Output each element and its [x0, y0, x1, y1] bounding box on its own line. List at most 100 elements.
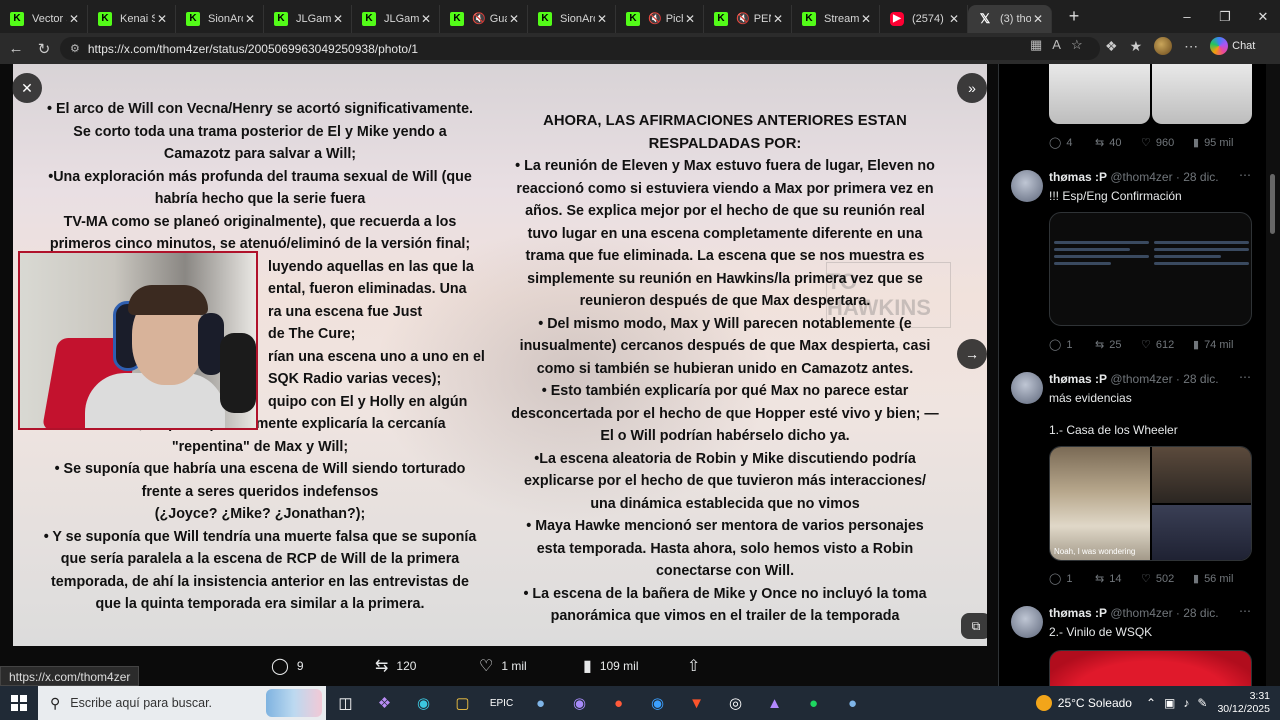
repost-button[interactable]: ⇆ 14 — [1095, 572, 1141, 586]
like-button[interactable]: ♡ 612 — [1141, 338, 1193, 352]
more-options-icon[interactable]: ⋯ — [1239, 604, 1251, 618]
post-media[interactable] — [1049, 650, 1252, 686]
back-icon[interactable]: ← — [2, 35, 30, 63]
browser-tab[interactable]: ▶ (2574) Ma✕ — [880, 4, 968, 33]
views-button[interactable]: ▮ 109 mil — [583, 656, 687, 676]
tab-close-icon[interactable]: ✕ — [155, 12, 169, 26]
next-image-icon[interactable]: → — [957, 339, 987, 369]
views-button[interactable]: ▮ 56 mil — [1193, 572, 1245, 586]
reply-button[interactable]: ◯ 1 — [1049, 338, 1095, 352]
author-name[interactable]: thømas :P — [1049, 372, 1107, 386]
browser-tab[interactable]: K Stream - K✕ — [792, 4, 880, 33]
browser-tab[interactable]: K SionAron✕ — [528, 4, 616, 33]
tab-close-icon[interactable]: ✕ — [67, 12, 81, 26]
game-controller-icon[interactable]: ▲ — [755, 686, 794, 720]
browser-tab[interactable]: K SionAron✕ — [176, 4, 264, 33]
like-button[interactable]: ♡ 502 — [1141, 572, 1193, 586]
chevron-up-icon[interactable]: ⌃ — [1146, 696, 1156, 710]
read-aloud-icon[interactable]: A — [1052, 37, 1061, 53]
tab-close-icon[interactable]: ✕ — [859, 12, 873, 26]
steam-alt-icon[interactable]: ● — [833, 686, 872, 720]
browser-tab[interactable]: K Kenai Stre✕ — [88, 4, 176, 33]
ea-app-icon[interactable]: ● — [599, 686, 638, 720]
scrollbar[interactable] — [1266, 64, 1280, 686]
volume-icon[interactable]: ♪ — [1183, 696, 1189, 710]
spotify-icon[interactable]: ● — [794, 686, 833, 720]
tab-close-icon[interactable]: ✕ — [771, 12, 785, 26]
copilot-button[interactable]: Chat — [1210, 37, 1255, 55]
browser-tab[interactable]: K Vector Stre✕ — [0, 4, 88, 33]
edge-icon[interactable]: ◉ — [404, 686, 443, 720]
expand-icon[interactable]: ⧉ — [961, 613, 987, 639]
author-name[interactable]: thømas :P — [1049, 606, 1107, 620]
favorite-star-icon[interactable]: ☆ — [1071, 37, 1083, 53]
repost-button[interactable]: ⇆ 120 — [375, 656, 479, 676]
reply-button[interactable]: ◯ 4 — [1049, 136, 1095, 150]
repost-button[interactable]: ⇆ 25 — [1095, 338, 1141, 352]
pen-icon[interactable]: ✎ — [1197, 696, 1207, 710]
scrollbar-thumb[interactable] — [1270, 174, 1275, 234]
steam-icon[interactable]: ● — [521, 686, 560, 720]
post-media[interactable]: Noah, I was wondering — [1049, 446, 1252, 561]
task-view-icon[interactable]: ◫ — [326, 686, 365, 720]
tab-close-icon[interactable]: ✕ — [1031, 12, 1045, 26]
muted-icon[interactable]: 🔇 — [648, 12, 662, 25]
epic-games-icon[interactable]: EPIC — [482, 686, 521, 720]
discord-icon[interactable]: ◉ — [560, 686, 599, 720]
avatar[interactable] — [1011, 372, 1043, 404]
reload-icon[interactable]: ↻ — [30, 35, 58, 63]
app-available-icon[interactable]: ▦ — [1030, 37, 1042, 53]
views-button[interactable]: ▮ 95 mil — [1193, 136, 1245, 150]
tab-close-icon[interactable]: ✕ — [947, 12, 961, 26]
post-media-thumbnails[interactable] — [1049, 64, 1252, 124]
more-options-icon[interactable]: ⋯ — [1239, 370, 1251, 384]
close-window-button[interactable]: ✕ — [1240, 0, 1280, 33]
copilot-app-icon[interactable]: ❖ — [365, 686, 404, 720]
tab-close-icon[interactable]: ✕ — [683, 12, 697, 26]
close-icon[interactable]: ✕ — [12, 73, 42, 103]
tab-close-icon[interactable]: ✕ — [243, 12, 257, 26]
new-tab-button[interactable]: + — [1062, 6, 1086, 27]
battle-net-icon[interactable]: ◉ — [638, 686, 677, 720]
browser-tab[interactable]: K 🔇Guad✕ — [440, 4, 528, 33]
tab-close-icon[interactable]: ✕ — [507, 12, 521, 26]
more-options-icon[interactable]: ⋯ — [1239, 168, 1251, 182]
file-explorer-icon[interactable]: ▢ — [443, 686, 482, 720]
browser-tab[interactable]: K 🔇Picho✕ — [616, 4, 704, 33]
url-field[interactable]: ⚙ https://x.com/thom4zer/status/20050699… — [60, 37, 1100, 60]
post-media[interactable] — [1049, 212, 1252, 326]
tab-close-icon[interactable]: ✕ — [419, 12, 433, 26]
weather-widget[interactable]: 25°C Soleado — [1035, 695, 1132, 711]
more-menu-icon[interactable]: ⋯ — [1184, 38, 1198, 55]
tab-label: JLGamerP — [384, 12, 419, 25]
obs-icon[interactable]: ◎ — [716, 686, 755, 720]
avatar[interactable] — [1011, 170, 1043, 202]
clock[interactable]: 3:31 30/12/2025 — [1217, 690, 1270, 716]
muted-icon[interactable]: 🔇 — [472, 12, 486, 25]
like-button[interactable]: ♡ 960 — [1141, 136, 1193, 150]
browser-tab[interactable]: 𝕏 (3) thoma✕ — [968, 4, 1052, 33]
extensions-icon[interactable]: ❖ — [1105, 38, 1118, 55]
views-button[interactable]: ▮ 74 mil — [1193, 338, 1245, 352]
browser-tab[interactable]: K JLGamerP✕ — [352, 4, 440, 33]
share-button[interactable]: ⇧ — [687, 656, 727, 676]
author-name[interactable]: thømas :P — [1049, 170, 1107, 184]
tab-close-icon[interactable]: ✕ — [331, 12, 345, 26]
collapse-sidebar-icon[interactable]: » — [957, 73, 987, 103]
profile-avatar[interactable] — [1154, 37, 1173, 55]
site-info-icon[interactable]: ⚙ — [70, 42, 80, 55]
tab-close-icon[interactable]: ✕ — [595, 12, 609, 26]
avatar[interactable] — [1011, 606, 1043, 638]
taskbar-search[interactable]: ⚲ Escribe aquí para buscar. — [38, 686, 326, 720]
repost-button[interactable]: ⇆ 40 — [1095, 136, 1141, 150]
start-button[interactable] — [0, 686, 38, 720]
brave-icon[interactable]: ▼ — [677, 686, 716, 720]
like-button[interactable]: ♡ 1 mil — [479, 656, 583, 676]
favorites-icon[interactable]: ★ — [1130, 38, 1143, 55]
browser-tab[interactable]: K JLGamerP✕ — [264, 4, 352, 33]
reply-button[interactable]: ◯ 1 — [1049, 572, 1095, 586]
reply-button[interactable]: ◯ 9 — [271, 656, 375, 676]
network-icon[interactable]: ▣ — [1164, 696, 1175, 710]
browser-tab[interactable]: K 🔇PENM✕ — [704, 4, 792, 33]
muted-icon[interactable]: 🔇 — [736, 12, 750, 25]
